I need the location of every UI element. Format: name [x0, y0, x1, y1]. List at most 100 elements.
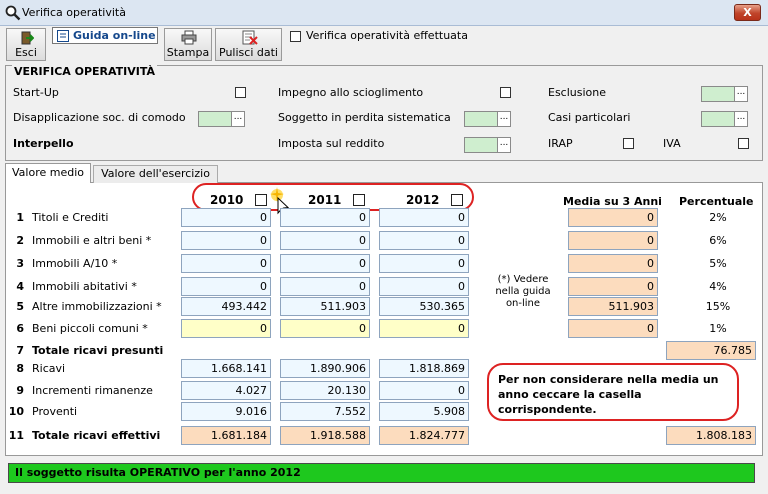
close-button[interactable]: X: [734, 4, 761, 21]
tab-valore-medio[interactable]: Valore medio: [5, 163, 91, 183]
note-text: Per non considerare nella media un anno …: [498, 373, 719, 416]
row-label: Altre immobilizzazioni *: [32, 300, 162, 313]
value-input-2011[interactable]: 0: [280, 319, 370, 338]
value-input-2011[interactable]: 20.130: [280, 381, 370, 400]
soggetto-field[interactable]: [464, 111, 498, 127]
value-input-2010[interactable]: 0: [181, 319, 271, 338]
percentuale-value: 6%: [709, 234, 727, 247]
esci-label: Esci: [15, 46, 37, 59]
stampa-label: Stampa: [166, 46, 210, 59]
tab-valore-esercizio[interactable]: Valore dell'esercizio: [93, 165, 218, 183]
disapplicazione-label: Disapplicazione soc. di comodo: [13, 111, 186, 124]
status-bar: Il soggetto risulta OPERATIVO per l'anno…: [8, 463, 755, 483]
value-input-2010[interactable]: 1.668.141: [181, 359, 271, 378]
startup-label: Start-Up: [13, 86, 59, 99]
row-label: Titoli e Crediti: [32, 211, 109, 224]
value-input-2010[interactable]: 4.027: [181, 381, 271, 400]
value-input-2010[interactable]: 0: [181, 231, 271, 250]
imposta-dots-button[interactable]: ...: [497, 137, 511, 153]
impegno-label: Impegno allo scioglimento: [278, 86, 424, 99]
media-value: 511.903: [568, 297, 658, 316]
stampa-button[interactable]: Stampa: [164, 28, 212, 61]
row-7-number: 7: [16, 344, 24, 357]
pulisci-label: Pulisci dati: [219, 46, 278, 59]
help-icon: [57, 30, 69, 42]
value-input-2012[interactable]: 0: [379, 231, 469, 250]
verifica-effettuata-label: Verifica operatività effettuata: [306, 29, 468, 42]
row-label: Immobili abitativi *: [32, 280, 137, 293]
clear-data-icon: [242, 30, 258, 45]
iva-checkbox[interactable]: [738, 138, 749, 149]
totale-effettivi-media: 1.808.183: [666, 426, 756, 445]
value-input-2011[interactable]: 7.552: [280, 402, 370, 421]
media-value: 0: [568, 208, 658, 227]
value-input-2010[interactable]: 0: [181, 277, 271, 296]
disapplicazione-dots-button[interactable]: ...: [231, 111, 245, 127]
value-input-2010[interactable]: 0: [181, 254, 271, 273]
value-input-2012[interactable]: 0: [379, 254, 469, 273]
value-input-2010[interactable]: 0: [181, 208, 271, 227]
frame-title: VERIFICA OPERATIVITÀ: [12, 65, 158, 78]
printer-icon: [181, 30, 197, 45]
value-input-2012[interactable]: 530.365: [379, 297, 469, 316]
media-value: 0: [568, 319, 658, 338]
media-header: Media su 3 Anni: [563, 195, 662, 208]
year-checkbox-highlight: [192, 183, 474, 211]
percentuale-value: 4%: [709, 280, 727, 293]
disapplicazione-field[interactable]: [198, 111, 232, 127]
soggetto-label: Soggetto in perdita sistematica: [278, 111, 451, 124]
value-input-2011[interactable]: 1.890.906: [280, 359, 370, 378]
value-input-2010[interactable]: 493.442: [181, 297, 271, 316]
esclusione-label: Esclusione: [548, 86, 607, 99]
imposta-label: Imposta sul reddito: [278, 137, 385, 150]
row-label: Incrementi rimanenze: [32, 384, 153, 397]
value-input-2011[interactable]: 0: [280, 277, 370, 296]
casi-field[interactable]: [701, 111, 735, 127]
verifica-effettuata-checkbox[interactable]: [290, 31, 301, 42]
media-value: 0: [568, 254, 658, 273]
esci-button[interactable]: Esci: [6, 28, 46, 61]
value-input-2012[interactable]: 0: [379, 319, 469, 338]
row-number: 9: [16, 384, 24, 397]
guida-label: Guida on-line: [73, 29, 156, 42]
value-input-2011[interactable]: 0: [280, 208, 370, 227]
soggetto-dots-button[interactable]: ...: [497, 111, 511, 127]
row-number: 10: [8, 405, 24, 418]
row-number: 2: [16, 234, 24, 247]
esclusione-dots-button[interactable]: ...: [734, 86, 748, 102]
impegno-checkbox[interactable]: [500, 87, 511, 98]
percentuale-value: 5%: [709, 257, 727, 270]
guida-online-button[interactable]: Guida on-line: [52, 27, 158, 44]
pulisci-dati-button[interactable]: Pulisci dati: [215, 28, 282, 61]
casi-dots-button[interactable]: ...: [734, 111, 748, 127]
irap-label: IRAP: [548, 137, 573, 150]
value-input-2012[interactable]: 0: [379, 208, 469, 227]
value-input-2012[interactable]: 5.908: [379, 402, 469, 421]
imposta-field[interactable]: [464, 137, 498, 153]
esclusione-field[interactable]: [701, 86, 735, 102]
row-number: 5: [16, 300, 24, 313]
row-label: Proventi: [32, 405, 78, 418]
row-number: 3: [16, 257, 24, 270]
percentuale-header: Percentuale: [679, 195, 754, 208]
row-label: Immobili A/10 *: [32, 257, 118, 270]
media-value: 0: [568, 231, 658, 250]
row-number: 4: [16, 280, 24, 293]
value-input-2011[interactable]: 0: [280, 231, 370, 250]
row-label: Beni piccoli comuni *: [32, 322, 148, 335]
value-input-2011[interactable]: 511.903: [280, 297, 370, 316]
interpello-label: Interpello: [13, 137, 74, 150]
totale-effettivi-2012: 1.824.777: [379, 426, 469, 445]
percentuale-value: 2%: [709, 211, 727, 224]
row-number: 8: [16, 362, 24, 375]
irap-checkbox[interactable]: [623, 138, 634, 149]
row-number: 6: [16, 322, 24, 335]
totale-effettivi-2011: 1.918.588: [280, 426, 370, 445]
startup-checkbox[interactable]: [235, 87, 246, 98]
value-input-2012[interactable]: 0: [379, 381, 469, 400]
value-input-2010[interactable]: 9.016: [181, 402, 271, 421]
totale-presunti-value: 76.785: [666, 341, 756, 360]
value-input-2012[interactable]: 0: [379, 277, 469, 296]
value-input-2011[interactable]: 0: [280, 254, 370, 273]
value-input-2012[interactable]: 1.818.869: [379, 359, 469, 378]
